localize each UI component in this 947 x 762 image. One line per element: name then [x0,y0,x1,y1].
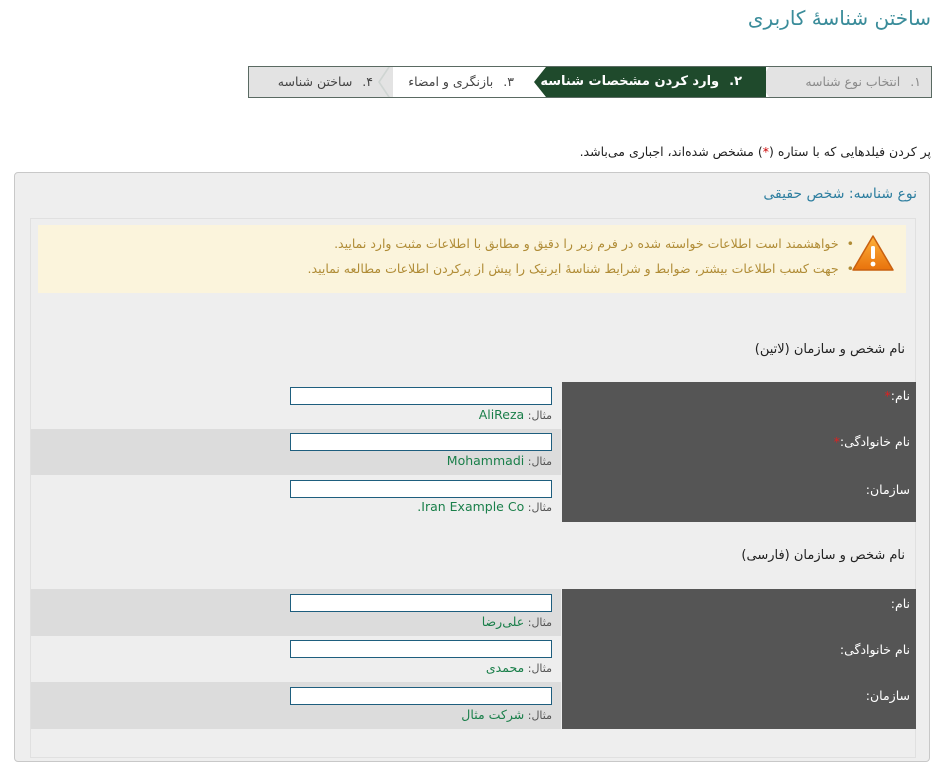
farsi-last-name-input[interactable] [290,640,552,658]
warning-item: جهت کسب اطلاعات بیشتر، ضوابط و شرایط شنا… [308,256,854,281]
wizard-steps: ۴. ساختن شناسه ۳. بازنگری و امضاء ۱. انتخاب… [248,66,932,98]
label-column: نام:* نام خانوادگی:* سازمان: [562,382,916,522]
organization-label: سازمان: [865,482,910,497]
last-name-label: نام خانوادگی:* [833,434,910,449]
farsi-organization-input[interactable] [290,687,552,705]
wizard-step-4-number: ۴. [362,74,373,89]
field-row: مثال: AliReza [31,382,561,429]
example-hint: مثال: Mohammadi [446,453,552,468]
wizard-step-2-number: ۲. [729,74,742,89]
latin-last-name-input[interactable] [290,433,552,451]
example-hint: مثال: شرکت مثال [461,707,552,722]
latin-first-name-input[interactable] [290,387,552,405]
field-row: مثال: شرکت مثال [31,682,561,729]
wizard-step-3-label: بازنگری و امضاء [408,74,494,89]
latin-name-heading: نام شخص و سازمان (لاتین) [754,342,905,357]
wizard-step-2-active: ۲. وارد کردن مشخصات شناسه [534,67,766,97]
required-fields-note: پر کردن فیلدهایی که با ستاره (*) مشخص شد… [579,144,931,159]
field-row: مثال: Mohammadi [31,429,561,475]
wizard-step-3-number: ۳. [503,74,514,89]
latin-organization-input[interactable] [290,480,552,498]
warning-item: خواهشمند است اطلاعات خواسته شده در فرم ز… [308,231,854,256]
warning-box: خواهشمند است اطلاعات خواسته شده در فرم ز… [38,225,906,293]
farsi-name-heading: نام شخص و سازمان (فارسی) [741,548,905,563]
wizard-step-2-label: وارد کردن مشخصات شناسه [540,74,720,89]
wizard-step-1[interactable]: ۱. انتخاب نوع شناسه [756,67,931,97]
example-hint: مثال: محمدی [485,660,552,675]
example-hint: مثال: Iran Example Co. [417,499,552,514]
wizard-step-1-label: انتخاب نوع شناسه [805,74,901,89]
example-hint: مثال: AliReza [478,407,552,422]
page-title: ساختن شناسهٔ کاربری [747,6,931,30]
warning-list: خواهشمند است اطلاعات خواسته شده در فرم ز… [308,231,854,281]
field-row: مثال: علی‌رضا [31,589,561,636]
organization-label: سازمان: [865,688,910,703]
first-name-label: نام: [890,596,910,611]
example-hint: مثال: علی‌رضا [481,614,552,629]
field-row: مثال: Iran Example Co. [31,475,561,522]
wizard-step-4-label: ساختن شناسه [277,74,353,89]
warning-triangle-icon [852,235,894,271]
farsi-first-name-input[interactable] [290,594,552,612]
first-name-label: نام:* [884,388,911,403]
identity-type-heading: نوع شناسه: شخص حقیقی [763,186,917,202]
field-row: مثال: محمدی [31,636,561,682]
label-column: نام: نام خانوادگی: سازمان: [562,589,916,729]
wizard-step-1-number: ۱. [910,74,921,89]
last-name-label: نام خانوادگی: [839,642,910,657]
wizard-step-4: ۴. ساختن شناسه [249,67,393,97]
wizard-step-3: ۳. بازنگری و امضاء [393,67,536,97]
